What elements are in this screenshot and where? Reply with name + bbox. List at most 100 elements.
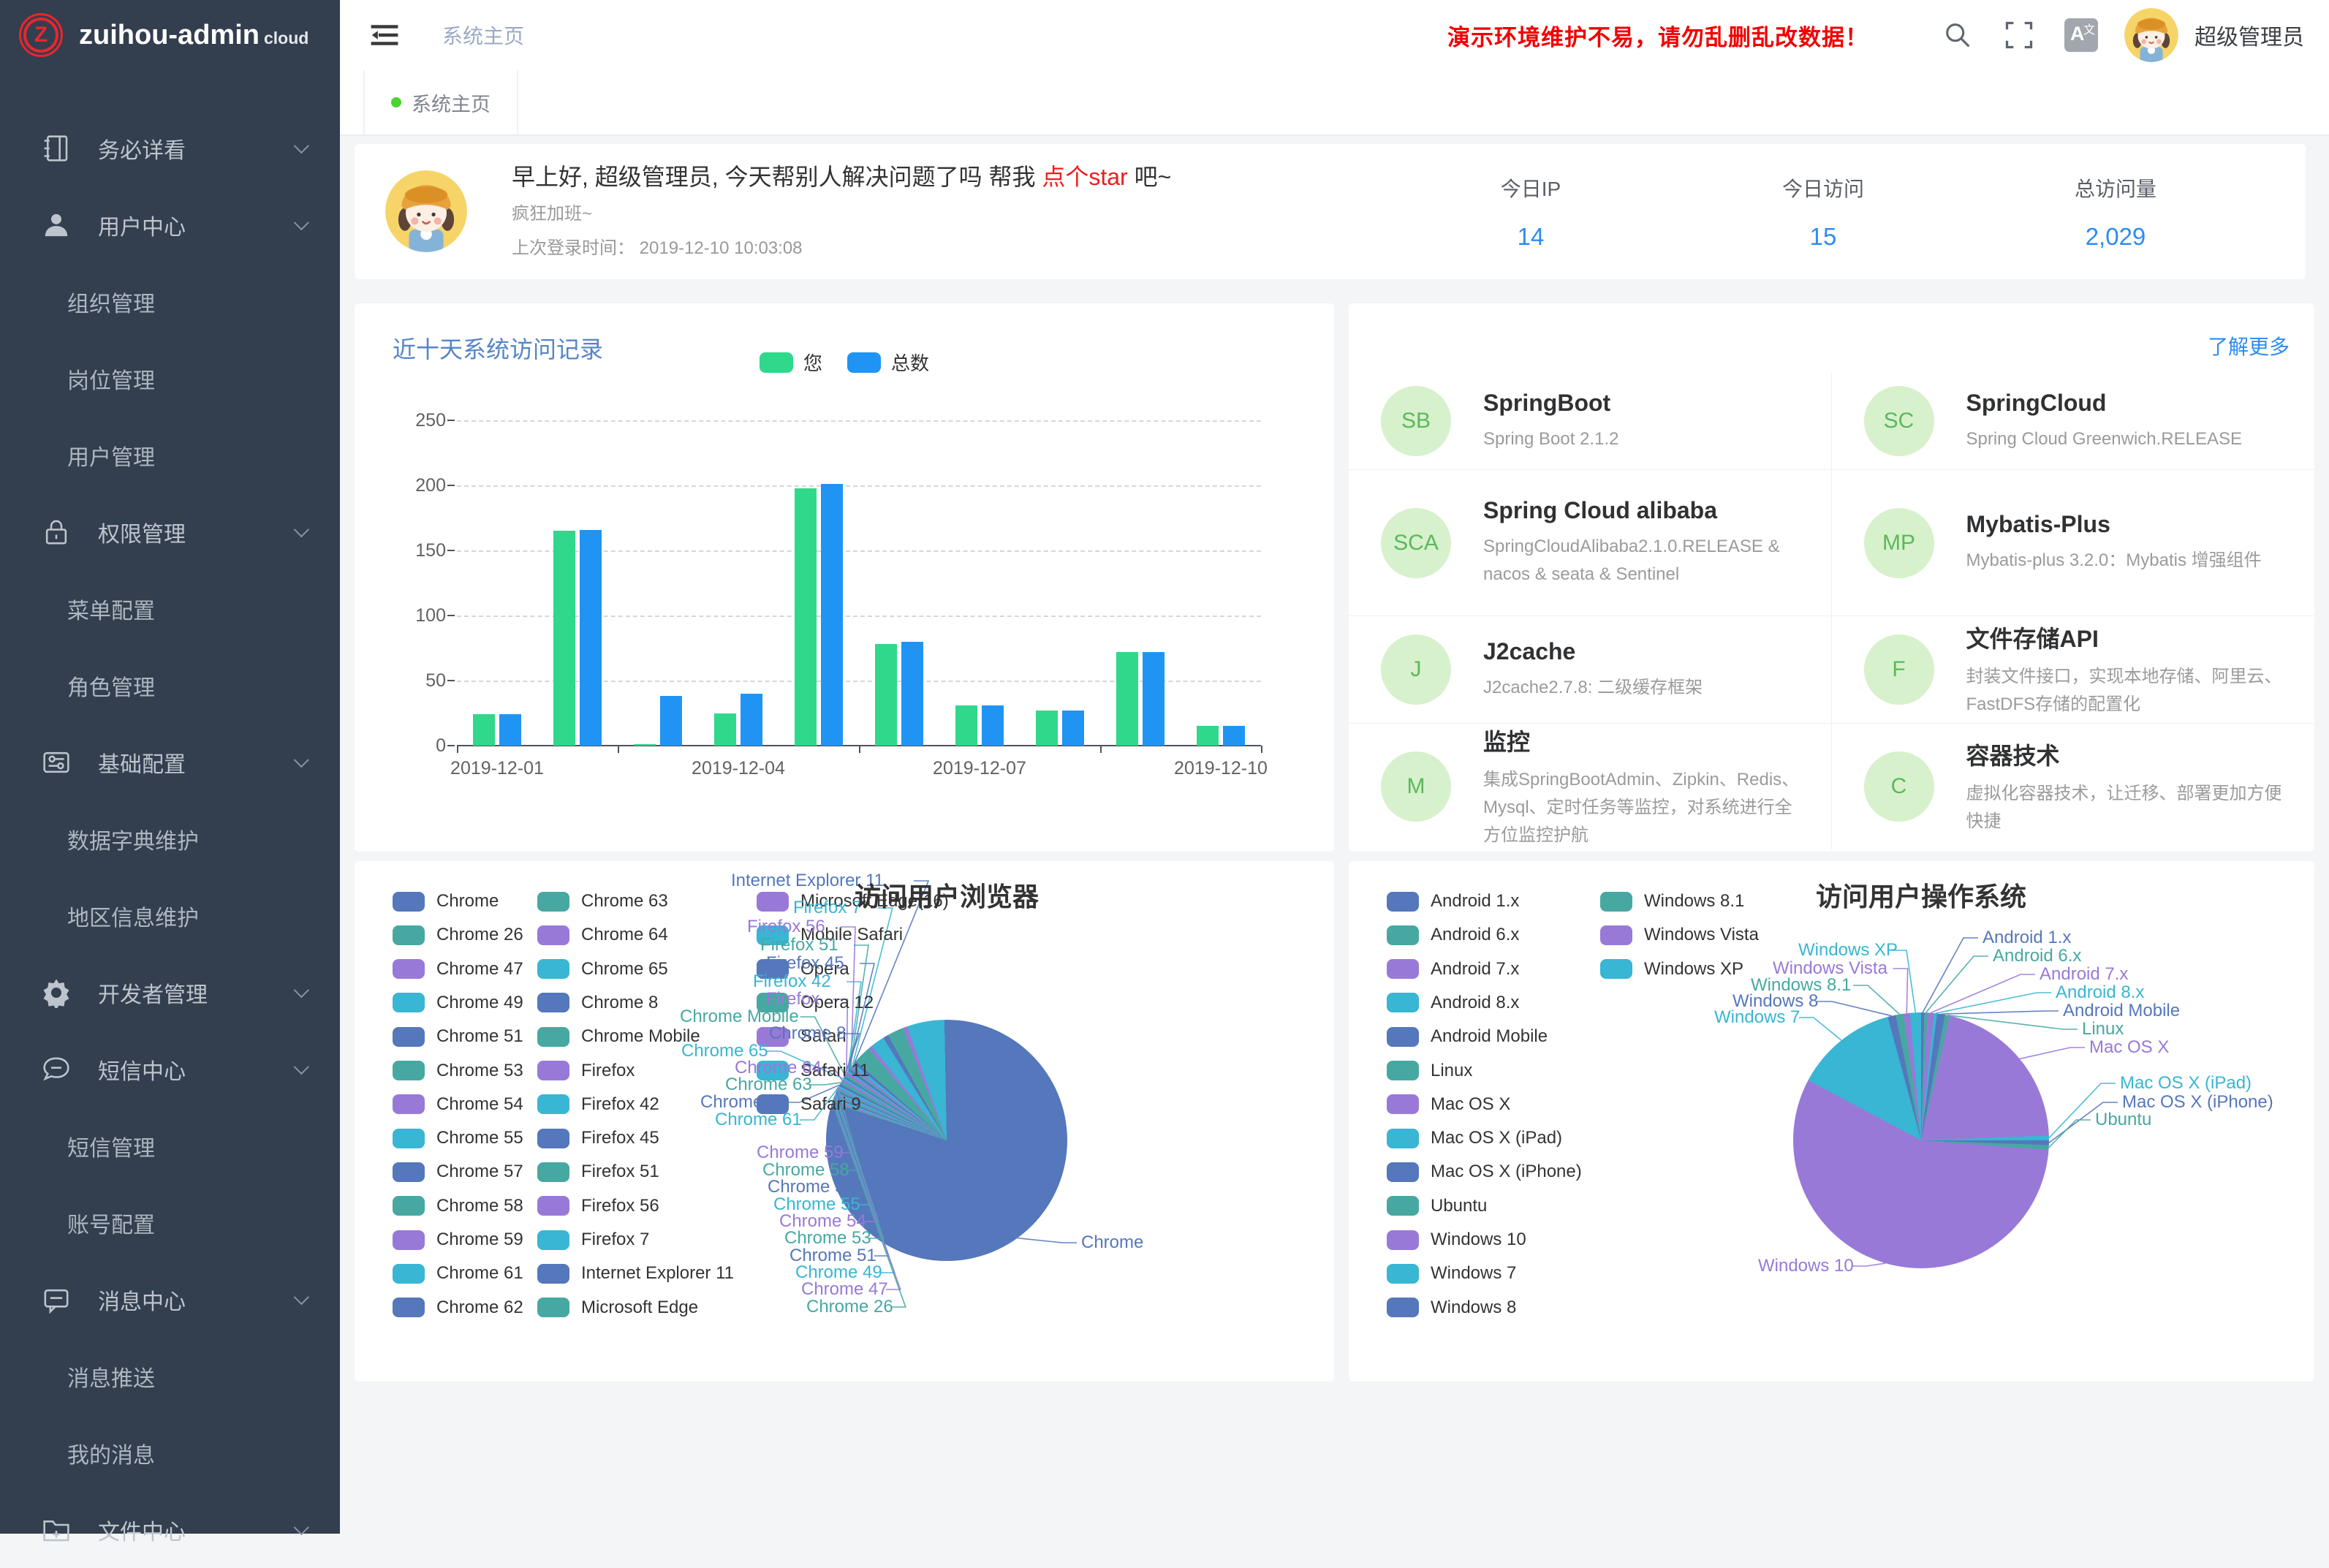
sidebar-item-消息推送[interactable]: 消息推送 bbox=[0, 1338, 340, 1414]
legend-item-Mac OS X (iPad)[interactable]: Mac OS X (iPad) bbox=[1387, 1128, 1562, 1148]
legend-item-Android 7.x[interactable]: Android 7.x bbox=[1387, 959, 1519, 980]
sidebar-item-务必详看[interactable]: 务必详看 bbox=[0, 110, 340, 186]
tech-card-J2cache[interactable]: JJ2cacheJ2cache2.7.8: 二级缓存框架 bbox=[1349, 616, 1832, 724]
sidebar-item-组织管理[interactable]: 组织管理 bbox=[0, 263, 340, 340]
sidebar-item-角色管理[interactable]: 角色管理 bbox=[0, 647, 340, 724]
legend-item-Chrome 55[interactable]: Chrome 55 bbox=[393, 1128, 523, 1148]
legend-item-Chrome 58[interactable]: Chrome 58 bbox=[393, 1196, 523, 1216]
legend-item-Windows 8.1[interactable]: Windows 8.1 bbox=[1600, 891, 1744, 912]
legend-item-Android Mobile[interactable]: Android Mobile bbox=[1387, 1026, 1548, 1047]
legend-item-Chrome[interactable]: Chrome bbox=[393, 891, 499, 912]
sidebar-item-账号配置[interactable]: 账号配置 bbox=[0, 1184, 340, 1261]
legend-item-Chrome 54[interactable]: Chrome 54 bbox=[393, 1094, 523, 1115]
tech-abbr-badge: SB bbox=[1381, 386, 1451, 456]
legend-item-Ubuntu[interactable]: Ubuntu bbox=[1387, 1196, 1487, 1216]
sidebar-item-基础配置[interactable]: 基础配置 bbox=[0, 724, 340, 800]
legend-item-Chrome 26[interactable]: Chrome 26 bbox=[393, 925, 523, 945]
sidebar-item-我的消息[interactable]: 我的消息 bbox=[0, 1414, 340, 1491]
sidebar-item-数据字典维护[interactable]: 数据字典维护 bbox=[0, 800, 340, 877]
tech-card-Mybatis-Plus[interactable]: MPMybatis-PlusMybatis-plus 3.2.0：Mybatis… bbox=[1832, 470, 2315, 616]
legend-item-Chrome 47[interactable]: Chrome 47 bbox=[393, 959, 523, 980]
legend-item-Android 6.x[interactable]: Android 6.x bbox=[1387, 925, 1519, 945]
legend-item-Windows XP[interactable]: Windows XP bbox=[1600, 959, 1743, 980]
app-logo[interactable]: Z zuihou-admincloud bbox=[0, 0, 340, 70]
tech-abbr-badge: MP bbox=[1864, 508, 1934, 578]
sidebar-item-消息中心[interactable]: 消息中心 bbox=[0, 1261, 340, 1338]
legend-item-Chrome 65[interactable]: Chrome 65 bbox=[537, 959, 668, 980]
grid-line bbox=[457, 485, 1261, 487]
language-icon[interactable]: A文 bbox=[2064, 18, 2098, 52]
legend-item-Firefox 56[interactable]: Firefox 56 bbox=[537, 1196, 659, 1216]
star-link[interactable]: 点个star bbox=[1042, 164, 1127, 190]
legend-item-Mac OS X[interactable]: Mac OS X bbox=[1387, 1094, 1510, 1115]
legend-item-Firefox 51[interactable]: Firefox 51 bbox=[537, 1162, 659, 1182]
avatar[interactable] bbox=[2124, 8, 2178, 62]
legend-swatch bbox=[393, 1230, 425, 1250]
pie-label-Mac OS X (iPad): Mac OS X (iPad) bbox=[2120, 1073, 2252, 1094]
legend-swatch bbox=[537, 1094, 569, 1114]
legend-item-总数[interactable]: 总数 bbox=[847, 349, 929, 376]
tech-card-文件存储API[interactable]: F文件存储API封装文件接口，实现本地存储、阿里云、FastDFS存储的配置化 bbox=[1832, 616, 2315, 724]
sidebar-item-文件中心[interactable]: 文件中心 bbox=[0, 1491, 340, 1568]
legend-item-Android 1.x[interactable]: Android 1.x bbox=[1387, 891, 1519, 912]
legend-item-Internet Explorer 11[interactable]: Internet Explorer 11 bbox=[537, 1263, 734, 1284]
learn-more-link[interactable]: 了解更多 bbox=[2208, 331, 2290, 360]
chevron-down-icon bbox=[294, 1289, 309, 1305]
legend-item-Firefox 7[interactable]: Firefox 7 bbox=[537, 1230, 649, 1250]
header: 系统主页 演示环境维护不易，请勿乱删乱改数据！ A文 bbox=[340, 0, 2329, 70]
tech-text: 文件存储API封装文件接口，实现本地存储、阿里云、FastDFS存储的配置化 bbox=[1966, 621, 2290, 719]
x-tick-mark bbox=[1261, 746, 1262, 753]
pie-title: 访问用户操作系统 bbox=[1816, 876, 2026, 914]
legend-item-Microsoft Edge[interactable]: Microsoft Edge bbox=[537, 1298, 698, 1318]
sidebar-item-用户管理[interactable]: 用户管理 bbox=[0, 417, 340, 493]
legend-item-Mac OS X (iPhone)[interactable]: Mac OS X (iPhone) bbox=[1387, 1162, 1582, 1182]
legend-label: Chrome 58 bbox=[436, 1196, 523, 1216]
tech-card-监控[interactable]: M监控集成SpringBootAdmin、Zipkin、Redis、Mysql、… bbox=[1349, 724, 1832, 849]
tech-card-SpringCloud[interactable]: SCSpringCloudSpring Cloud Greenwich.RELE… bbox=[1832, 373, 2315, 470]
legend-item-Chrome 63[interactable]: Chrome 63 bbox=[537, 891, 668, 912]
legend-label: Chrome 63 bbox=[581, 891, 668, 912]
legend-item-Chrome 61[interactable]: Chrome 61 bbox=[393, 1263, 523, 1284]
legend-item-Windows 7[interactable]: Windows 7 bbox=[1387, 1263, 1516, 1284]
sidebar-item-短信中心[interactable]: 短信中心 bbox=[0, 1031, 340, 1107]
bar-chart-legend: 您总数 bbox=[355, 349, 1334, 376]
tech-card-Spring Cloud alibaba[interactable]: SCASpring Cloud alibabaSpringCloudAlibab… bbox=[1349, 470, 1832, 616]
username[interactable]: 超级管理员 bbox=[2194, 19, 2304, 51]
tech-card-SpringBoot[interactable]: SBSpringBootSpring Boot 2.1.2 bbox=[1349, 373, 1832, 470]
collapse-menu-icon[interactable] bbox=[368, 18, 401, 52]
legend-item-Windows 10[interactable]: Windows 10 bbox=[1387, 1230, 1526, 1250]
breadcrumb[interactable]: 系统主页 bbox=[442, 20, 524, 50]
logo-letter: Z bbox=[21, 15, 61, 55]
legend-item-Chrome Mobile[interactable]: Chrome Mobile bbox=[537, 1026, 700, 1047]
legend-item-Chrome 62[interactable]: Chrome 62 bbox=[393, 1298, 523, 1318]
legend-item-Firefox[interactable]: Firefox bbox=[537, 1061, 635, 1081]
legend-item-Chrome 49[interactable]: Chrome 49 bbox=[393, 993, 523, 1013]
tab-home[interactable]: 系统主页 bbox=[363, 70, 518, 135]
sidebar-item-地区信息维护[interactable]: 地区信息维护 bbox=[0, 877, 340, 954]
legend-item-Chrome 51[interactable]: Chrome 51 bbox=[393, 1026, 523, 1047]
legend-item-Firefox 42[interactable]: Firefox 42 bbox=[537, 1094, 659, 1115]
legend-item-Linux[interactable]: Linux bbox=[1387, 1061, 1472, 1081]
tech-card-容器技术[interactable]: C容器技术虚拟化容器技术，让迁移、部署更加方便快捷 bbox=[1832, 724, 2315, 849]
legend-item-Chrome 8[interactable]: Chrome 8 bbox=[537, 993, 658, 1013]
legend-item-您[interactable]: 您 bbox=[760, 349, 822, 376]
sidebar-item-权限管理[interactable]: 权限管理 bbox=[0, 493, 340, 570]
sidebar-item-岗位管理[interactable]: 岗位管理 bbox=[0, 340, 340, 417]
legend-item-Android 8.x[interactable]: Android 8.x bbox=[1387, 993, 1519, 1013]
sidebar-item-开发者管理[interactable]: 开发者管理 bbox=[0, 954, 340, 1031]
legend-item-Windows Vista[interactable]: Windows Vista bbox=[1600, 925, 1759, 945]
sidebar-item-用户中心[interactable]: 用户中心 bbox=[0, 186, 340, 263]
legend-item-Chrome 59[interactable]: Chrome 59 bbox=[393, 1230, 523, 1250]
legend-item-Chrome 64[interactable]: Chrome 64 bbox=[537, 925, 668, 945]
legend-item-Chrome 53[interactable]: Chrome 53 bbox=[393, 1061, 523, 1081]
sidebar-item-label: 消息中心 bbox=[98, 1284, 294, 1316]
legend-item-Chrome 57[interactable]: Chrome 57 bbox=[393, 1162, 523, 1182]
sidebar-item-菜单配置[interactable]: 菜单配置 bbox=[0, 570, 340, 647]
legend-label: Chrome 47 bbox=[436, 959, 523, 980]
legend-item-Firefox 45[interactable]: Firefox 45 bbox=[537, 1128, 659, 1148]
search-icon[interactable] bbox=[1942, 19, 1974, 51]
sidebar-item-短信管理[interactable]: 短信管理 bbox=[0, 1107, 340, 1184]
fullscreen-icon[interactable] bbox=[2003, 19, 2035, 51]
sidebar-item-label: 务必详看 bbox=[98, 132, 294, 164]
legend-item-Windows 8[interactable]: Windows 8 bbox=[1387, 1298, 1516, 1318]
